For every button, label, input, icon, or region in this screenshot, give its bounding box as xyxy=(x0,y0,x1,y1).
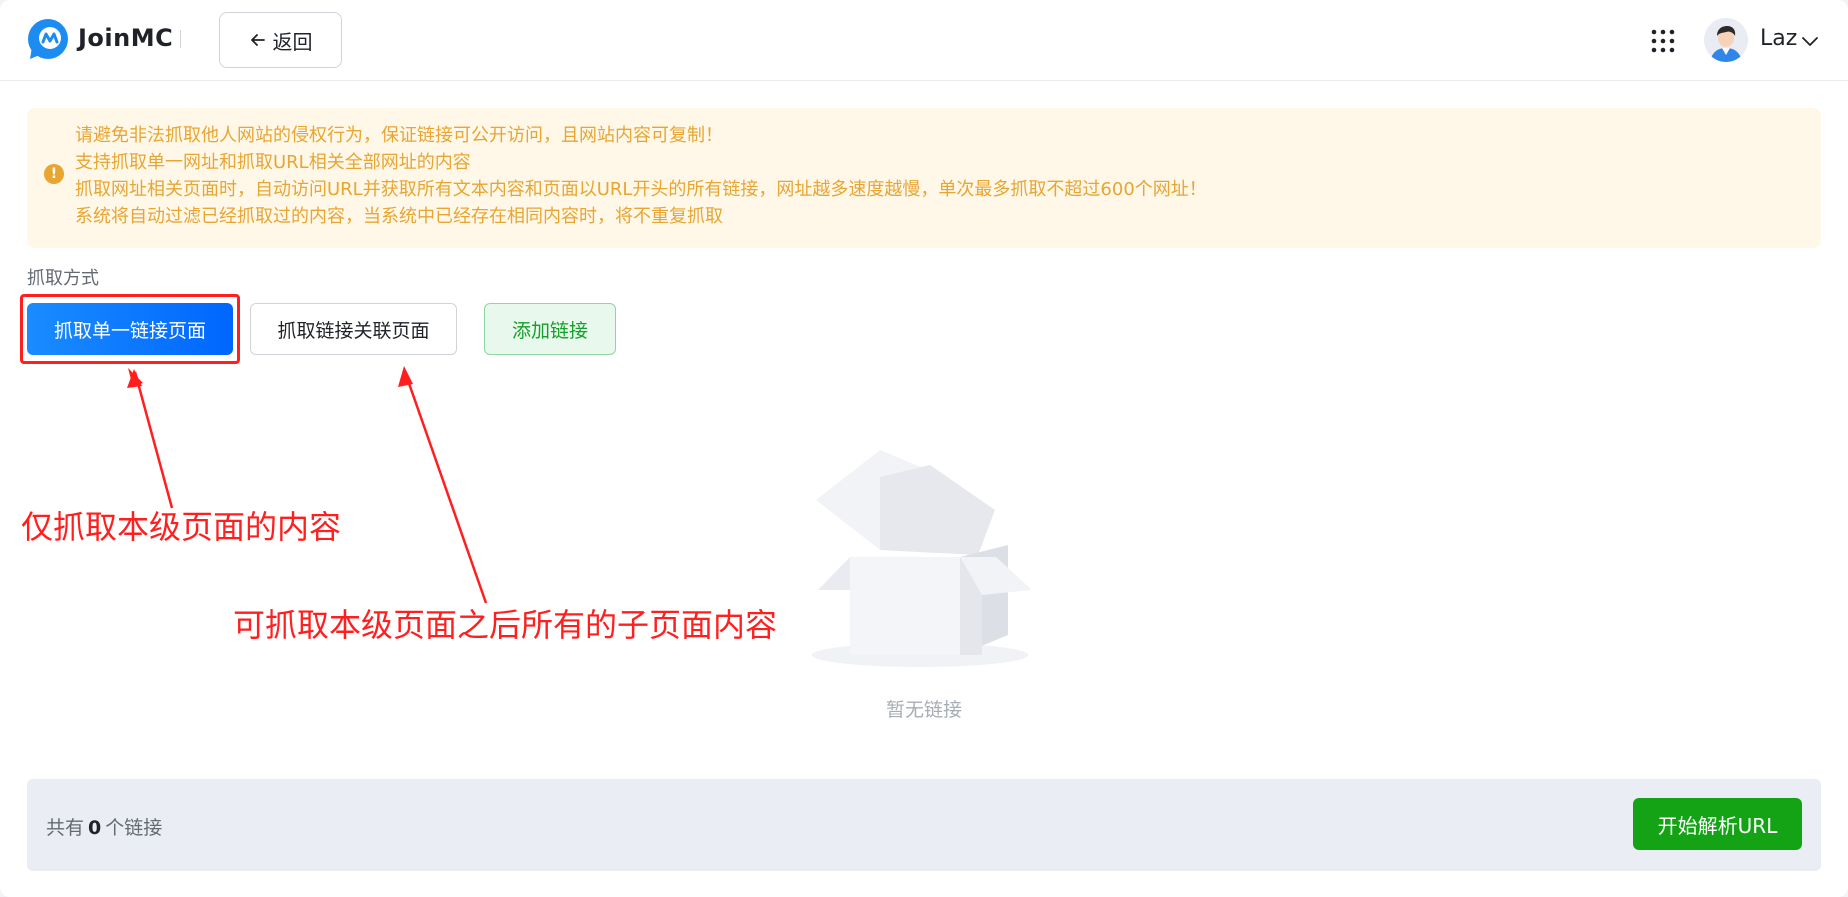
warning-notice: ! 请避免非法抓取他人网站的侵权行为，保证链接可公开访问，且网站内容可复制！ 支… xyxy=(27,108,1821,248)
link-count-value: 0 xyxy=(88,817,102,839)
user-avatar-icon xyxy=(1704,18,1748,62)
link-count: 共有 0 个链接 xyxy=(46,813,162,840)
notice-line: 系统将自动过滤已经抓取过的内容，当系统中已经存在相同内容时，将不重复抓取 xyxy=(75,206,723,227)
brand-name: JoinMC xyxy=(78,24,174,52)
add-link-button[interactable]: 添加链接 xyxy=(484,303,616,355)
notice-line: 支持抓取单一网址和抓取URL相关全部网址的内容 xyxy=(75,152,471,173)
brand-divider xyxy=(180,30,181,48)
back-button-label: 返回 xyxy=(272,29,313,54)
back-button[interactable]: 返回 xyxy=(219,12,342,68)
empty-state-text: 暂无链接 xyxy=(885,699,962,721)
notice-lines: 请避免非法抓取他人网站的侵权行为，保证链接可公开访问，且网站内容可复制！ 支持抓… xyxy=(75,122,1207,230)
crawl-mode-label: 抓取方式 xyxy=(27,268,99,289)
avatar[interactable] xyxy=(1704,18,1748,62)
annotation-single-page: 仅抓取本级页面的内容 xyxy=(21,508,342,546)
start-parse-button[interactable]: 开始解析URL xyxy=(1633,798,1802,850)
empty-box-icon xyxy=(812,450,1030,667)
link-count-suffix: 个链接 xyxy=(105,817,163,839)
notice-line: 请避免非法抓取他人网站的侵权行为，保证链接可公开访问，且网站内容可复制！ xyxy=(75,125,723,146)
arrow-to-related-button xyxy=(398,366,488,604)
arrow-to-single-button xyxy=(127,368,174,509)
crawl-related-pages-button[interactable]: 抓取链接关联页面 xyxy=(250,303,457,355)
warning-icon: ! xyxy=(44,164,64,184)
crawl-single-page-button[interactable]: 抓取单一链接页面 xyxy=(27,303,233,355)
link-count-prefix: 共有 xyxy=(46,817,85,839)
user-name[interactable]: Laz xyxy=(1760,26,1797,51)
top-bar: JoinMC 返回 Laz xyxy=(0,0,1848,81)
annotation-related-pages: 可抓取本级页面之后所有的子页面内容 xyxy=(233,606,778,644)
footer-bar: 共有 0 个链接 开始解析URL xyxy=(27,779,1821,871)
notice-line: 抓取网址相关页面时，自动访问URL并获取所有文本内容和页面以URL开头的所有链接… xyxy=(75,179,1207,200)
joinmc-logo-icon xyxy=(28,19,68,59)
arrow-left-icon xyxy=(250,34,265,46)
app-window: JoinMC 返回 Laz ! 请避免非法抓取他人网站的侵权行为，保证链接可公开… xyxy=(0,0,1848,897)
chevron-down-icon[interactable] xyxy=(1800,31,1820,51)
apps-grid-icon[interactable] xyxy=(1650,28,1676,54)
